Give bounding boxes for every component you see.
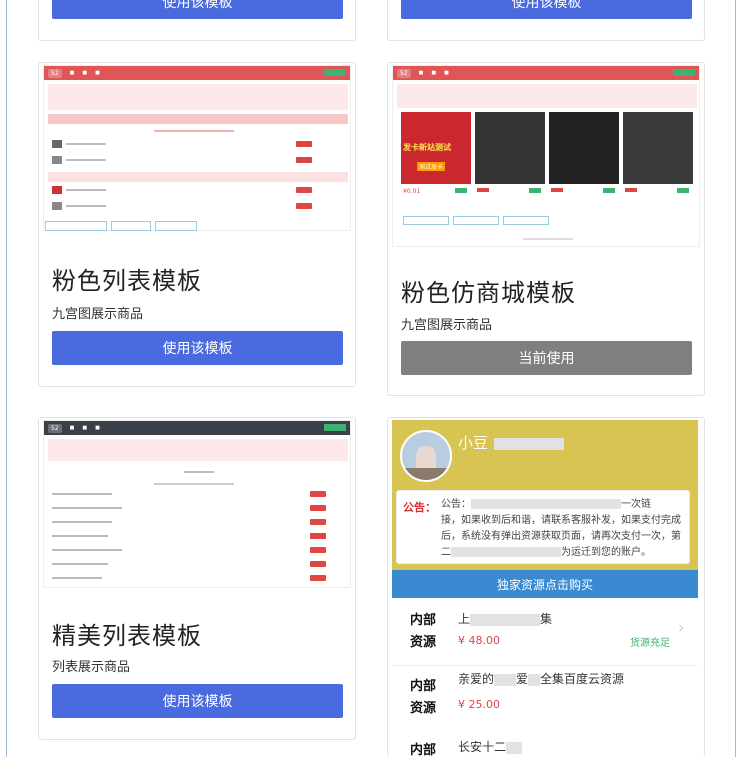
avatar (400, 430, 452, 482)
template-card-fine-list[interactable]: 52 ■ ■ ■ 精美列表模板 列表展示商品 使用该模板 (38, 417, 356, 740)
template-card-top-right: 使用该模板 (387, 0, 705, 41)
use-template-button[interactable]: 使用该模板 (401, 0, 692, 19)
notice-box: 公告： 公告： 一次链 接，如果收到后和谐，请联系客服补发，如果支付完成 后，系统… (396, 490, 690, 564)
mall-product-title2: 测试发卡 (417, 162, 446, 171)
profile-header: 小豆 公告： 公告： 一次链 接，如果收到后和谐，请联系客服补发，如果支付完成 后… (392, 420, 698, 570)
preview-nav: 52 ■ ■ ■ (44, 421, 350, 435)
list-item[interactable]: 内部 资源 上集 ¥ 48.00 货源充足 › (392, 600, 698, 666)
use-template-button[interactable]: 使用该模板 (52, 331, 343, 365)
template-description: 九宫图展示商品 (52, 307, 144, 322)
stock-status: 货源充足 (630, 638, 670, 649)
template-preview-image: 52 ■ ■ ■ (43, 420, 351, 588)
template-card-profile-preview[interactable]: 小豆 公告： 公告： 一次链 接，如果收到后和谐，请联系客服补发，如果支付完成 后… (387, 417, 705, 757)
template-preview-image: 52 ■ ■ ■ 发卡新站测试 测试发卡 ¥0.01 (392, 65, 700, 247)
use-template-button[interactable]: 使用该模板 (52, 684, 343, 718)
current-template-button[interactable]: 当前使用 (401, 341, 692, 375)
template-card-top-left: 使用该模板 (38, 0, 356, 41)
frame-left-border (6, 0, 7, 757)
preview-nav: 52 ■ ■ ■ (393, 66, 699, 80)
template-description: 九宫图展示商品 (401, 318, 493, 333)
frame-right-border (735, 0, 736, 757)
template-card-pink-list[interactable]: 52 ■ ■ ■ 粉色列表模板 九宫图展示商品 使用该模板 (38, 62, 356, 387)
template-description: 列表展示商品 (52, 660, 131, 675)
chevron-right-icon: › (678, 618, 685, 637)
preview-nav: 52 ■ ■ ■ (44, 66, 350, 80)
template-preview-image: 52 ■ ■ ■ (43, 65, 351, 231)
buy-resource-bar[interactable]: 独家资源点击购买 (392, 570, 698, 598)
template-title: 精美列表模板 (52, 622, 202, 650)
shop-name: 小豆 (458, 432, 565, 453)
mall-product-price: ¥0.01 (403, 188, 421, 195)
notice-text: 公告： 一次链 接，如果收到后和谐，请联系客服补发，如果支付完成 后，系统没有弹出… (441, 499, 681, 558)
notice-label: 公告： (403, 501, 436, 514)
list-item[interactable]: 内部 长安十二 (392, 736, 698, 757)
template-title: 粉色仿商城模板 (401, 279, 576, 307)
use-template-button[interactable]: 使用该模板 (52, 0, 343, 19)
mall-product-title: 发卡新站测试 (403, 143, 451, 152)
mobile-preview: 小豆 公告： 公告： 一次链 接，如果收到后和谐，请联系客服补发，如果支付完成 后… (392, 420, 698, 757)
list-item[interactable]: 内部 资源 亲爱的爱全集百度云资源 ¥ 25.00 (392, 670, 698, 736)
template-title: 粉色列表模板 (52, 267, 202, 295)
template-card-pink-mall[interactable]: 52 ■ ■ ■ 发卡新站测试 测试发卡 ¥0.01 粉色仿商城模板 九宫图展示商品… (387, 62, 705, 396)
